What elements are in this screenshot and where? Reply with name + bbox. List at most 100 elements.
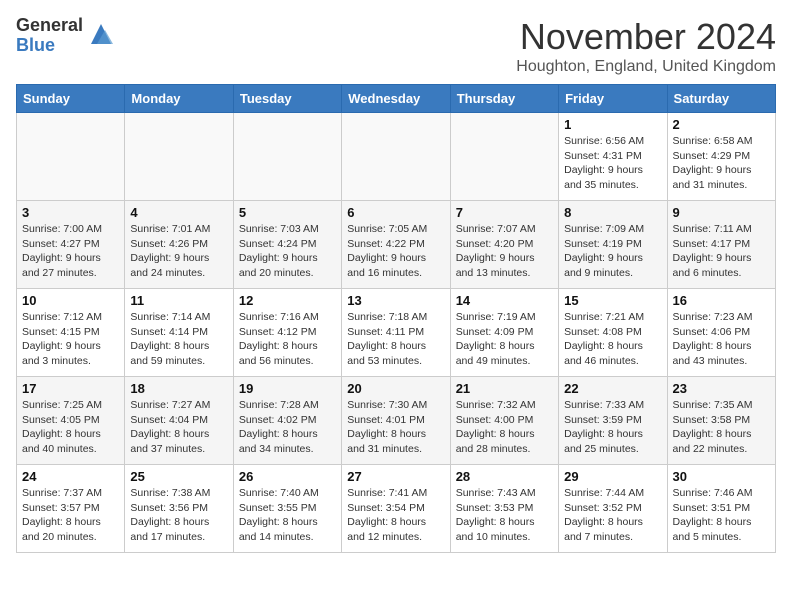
month-title: November 2024 <box>516 16 776 58</box>
day-info: Sunrise: 7:18 AM Sunset: 4:11 PM Dayligh… <box>347 310 444 369</box>
location: Houghton, England, United Kingdom <box>516 58 776 76</box>
calendar-cell: 1 Sunrise: 6:56 AM Sunset: 4:31 PM Daylig… <box>559 113 667 201</box>
calendar-cell: 14 Sunrise: 7:19 AM Sunset: 4:09 PM Dayli… <box>450 289 558 377</box>
calendar-cell: 29 Sunrise: 7:44 AM Sunset: 3:52 PM Dayli… <box>559 465 667 553</box>
logo: General Blue <box>16 16 115 56</box>
day-number: 4 <box>130 205 227 220</box>
day-info: Sunrise: 7:33 AM Sunset: 3:59 PM Dayligh… <box>564 398 661 457</box>
day-number: 19 <box>239 381 336 396</box>
day-info: Sunrise: 7:43 AM Sunset: 3:53 PM Dayligh… <box>456 486 553 545</box>
day-info: Sunrise: 7:00 AM Sunset: 4:27 PM Dayligh… <box>22 222 119 281</box>
header-sunday: Sunday <box>17 85 125 113</box>
calendar-cell: 23 Sunrise: 7:35 AM Sunset: 3:58 PM Dayli… <box>667 377 775 465</box>
calendar-cell: 7 Sunrise: 7:07 AM Sunset: 4:20 PM Daylig… <box>450 201 558 289</box>
day-info: Sunrise: 7:09 AM Sunset: 4:19 PM Dayligh… <box>564 222 661 281</box>
day-info: Sunrise: 7:07 AM Sunset: 4:20 PM Dayligh… <box>456 222 553 281</box>
calendar-cell: 9 Sunrise: 7:11 AM Sunset: 4:17 PM Daylig… <box>667 201 775 289</box>
day-number: 20 <box>347 381 444 396</box>
day-number: 17 <box>22 381 119 396</box>
day-info: Sunrise: 7:01 AM Sunset: 4:26 PM Dayligh… <box>130 222 227 281</box>
calendar-cell: 13 Sunrise: 7:18 AM Sunset: 4:11 PM Dayli… <box>342 289 450 377</box>
day-info: Sunrise: 7:05 AM Sunset: 4:22 PM Dayligh… <box>347 222 444 281</box>
day-info: Sunrise: 7:44 AM Sunset: 3:52 PM Dayligh… <box>564 486 661 545</box>
calendar-cell: 10 Sunrise: 7:12 AM Sunset: 4:15 PM Dayli… <box>17 289 125 377</box>
logo-general-text: General <box>16 16 83 36</box>
calendar-cell: 30 Sunrise: 7:46 AM Sunset: 3:51 PM Dayli… <box>667 465 775 553</box>
day-info: Sunrise: 7:41 AM Sunset: 3:54 PM Dayligh… <box>347 486 444 545</box>
day-info: Sunrise: 7:25 AM Sunset: 4:05 PM Dayligh… <box>22 398 119 457</box>
day-number: 30 <box>673 469 770 484</box>
calendar-cell: 26Sunrise: 7:40 AM Sunset: 3:55 PM Dayli… <box>233 465 341 553</box>
logo-icon <box>87 20 115 48</box>
day-number: 10 <box>22 293 119 308</box>
day-number: 6 <box>347 205 444 220</box>
week-row-5: 24 Sunrise: 7:37 AM Sunset: 3:57 PM Dayli… <box>17 465 776 553</box>
calendar-cell <box>233 113 341 201</box>
calendar-cell: 25 Sunrise: 7:38 AM Sunset: 3:56 PM Dayli… <box>125 465 233 553</box>
day-info: Sunrise: 7:14 AM Sunset: 4:14 PM Dayligh… <box>130 310 227 369</box>
day-number: 22 <box>564 381 661 396</box>
header-tuesday: Tuesday <box>233 85 341 113</box>
title-section: November 2024 Houghton, England, United … <box>516 16 776 76</box>
day-info: Sunrise: 7:12 AM Sunset: 4:15 PM Dayligh… <box>22 310 119 369</box>
day-info: Sunrise: 7:46 AM Sunset: 3:51 PM Dayligh… <box>673 486 770 545</box>
day-number: 21 <box>456 381 553 396</box>
day-number: 24 <box>22 469 119 484</box>
week-row-2: 3 Sunrise: 7:00 AM Sunset: 4:27 PM Daylig… <box>17 201 776 289</box>
calendar-cell: 3 Sunrise: 7:00 AM Sunset: 4:27 PM Daylig… <box>17 201 125 289</box>
day-number: 7 <box>456 205 553 220</box>
calendar-cell: 15Sunrise: 7:21 AM Sunset: 4:08 PM Dayli… <box>559 289 667 377</box>
day-number: 28 <box>456 469 553 484</box>
day-number: 23 <box>673 381 770 396</box>
day-number: 2 <box>673 117 770 132</box>
page-header: General Blue November 2024 Houghton, Eng… <box>16 16 776 76</box>
day-number: 25 <box>130 469 227 484</box>
day-info: Sunrise: 7:23 AM Sunset: 4:06 PM Dayligh… <box>673 310 770 369</box>
calendar-cell: 8Sunrise: 7:09 AM Sunset: 4:19 PM Daylig… <box>559 201 667 289</box>
week-row-1: 1 Sunrise: 6:56 AM Sunset: 4:31 PM Daylig… <box>17 113 776 201</box>
day-number: 9 <box>673 205 770 220</box>
header-thursday: Thursday <box>450 85 558 113</box>
calendar-cell: 21 Sunrise: 7:32 AM Sunset: 4:00 PM Dayli… <box>450 377 558 465</box>
calendar-cell: 4 Sunrise: 7:01 AM Sunset: 4:26 PM Daylig… <box>125 201 233 289</box>
day-number: 13 <box>347 293 444 308</box>
day-info: Sunrise: 7:11 AM Sunset: 4:17 PM Dayligh… <box>673 222 770 281</box>
day-info: Sunrise: 7:19 AM Sunset: 4:09 PM Dayligh… <box>456 310 553 369</box>
day-info: Sunrise: 7:28 AM Sunset: 4:02 PM Dayligh… <box>239 398 336 457</box>
week-row-3: 10 Sunrise: 7:12 AM Sunset: 4:15 PM Dayli… <box>17 289 776 377</box>
calendar-cell <box>450 113 558 201</box>
day-number: 1 <box>564 117 661 132</box>
day-info: Sunrise: 7:21 AM Sunset: 4:08 PM Dayligh… <box>564 310 661 369</box>
calendar-cell: 11 Sunrise: 7:14 AM Sunset: 4:14 PM Dayli… <box>125 289 233 377</box>
header-monday: Monday <box>125 85 233 113</box>
calendar-cell: 5 Sunrise: 7:03 AM Sunset: 4:24 PM Daylig… <box>233 201 341 289</box>
day-number: 5 <box>239 205 336 220</box>
day-number: 11 <box>130 293 227 308</box>
calendar-cell <box>342 113 450 201</box>
day-number: 18 <box>130 381 227 396</box>
day-info: Sunrise: 7:03 AM Sunset: 4:24 PM Dayligh… <box>239 222 336 281</box>
day-number: 26 <box>239 469 336 484</box>
day-number: 16 <box>673 293 770 308</box>
calendar-cell: 16 Sunrise: 7:23 AM Sunset: 4:06 PM Dayli… <box>667 289 775 377</box>
calendar-cell: 6 Sunrise: 7:05 AM Sunset: 4:22 PM Daylig… <box>342 201 450 289</box>
day-info: Sunrise: 7:38 AM Sunset: 3:56 PM Dayligh… <box>130 486 227 545</box>
day-info: Sunrise: 7:27 AM Sunset: 4:04 PM Dayligh… <box>130 398 227 457</box>
day-info: Sunrise: 7:37 AM Sunset: 3:57 PM Dayligh… <box>22 486 119 545</box>
day-info: Sunrise: 6:56 AM Sunset: 4:31 PM Dayligh… <box>564 134 661 193</box>
day-info: Sunrise: 7:32 AM Sunset: 4:00 PM Dayligh… <box>456 398 553 457</box>
calendar-cell: 24 Sunrise: 7:37 AM Sunset: 3:57 PM Dayli… <box>17 465 125 553</box>
calendar-cell <box>17 113 125 201</box>
calendar-cell: 18 Sunrise: 7:27 AM Sunset: 4:04 PM Dayli… <box>125 377 233 465</box>
header-saturday: Saturday <box>667 85 775 113</box>
day-number: 29 <box>564 469 661 484</box>
logo-blue-text: Blue <box>16 36 83 56</box>
calendar-cell: 17 Sunrise: 7:25 AM Sunset: 4:05 PM Dayli… <box>17 377 125 465</box>
header-wednesday: Wednesday <box>342 85 450 113</box>
day-number: 14 <box>456 293 553 308</box>
day-info: Sunrise: 7:16 AM Sunset: 4:12 PM Dayligh… <box>239 310 336 369</box>
day-number: 3 <box>22 205 119 220</box>
day-number: 12 <box>239 293 336 308</box>
day-info: Sunrise: 7:30 AM Sunset: 4:01 PM Dayligh… <box>347 398 444 457</box>
day-info: Sunrise: 7:35 AM Sunset: 3:58 PM Dayligh… <box>673 398 770 457</box>
